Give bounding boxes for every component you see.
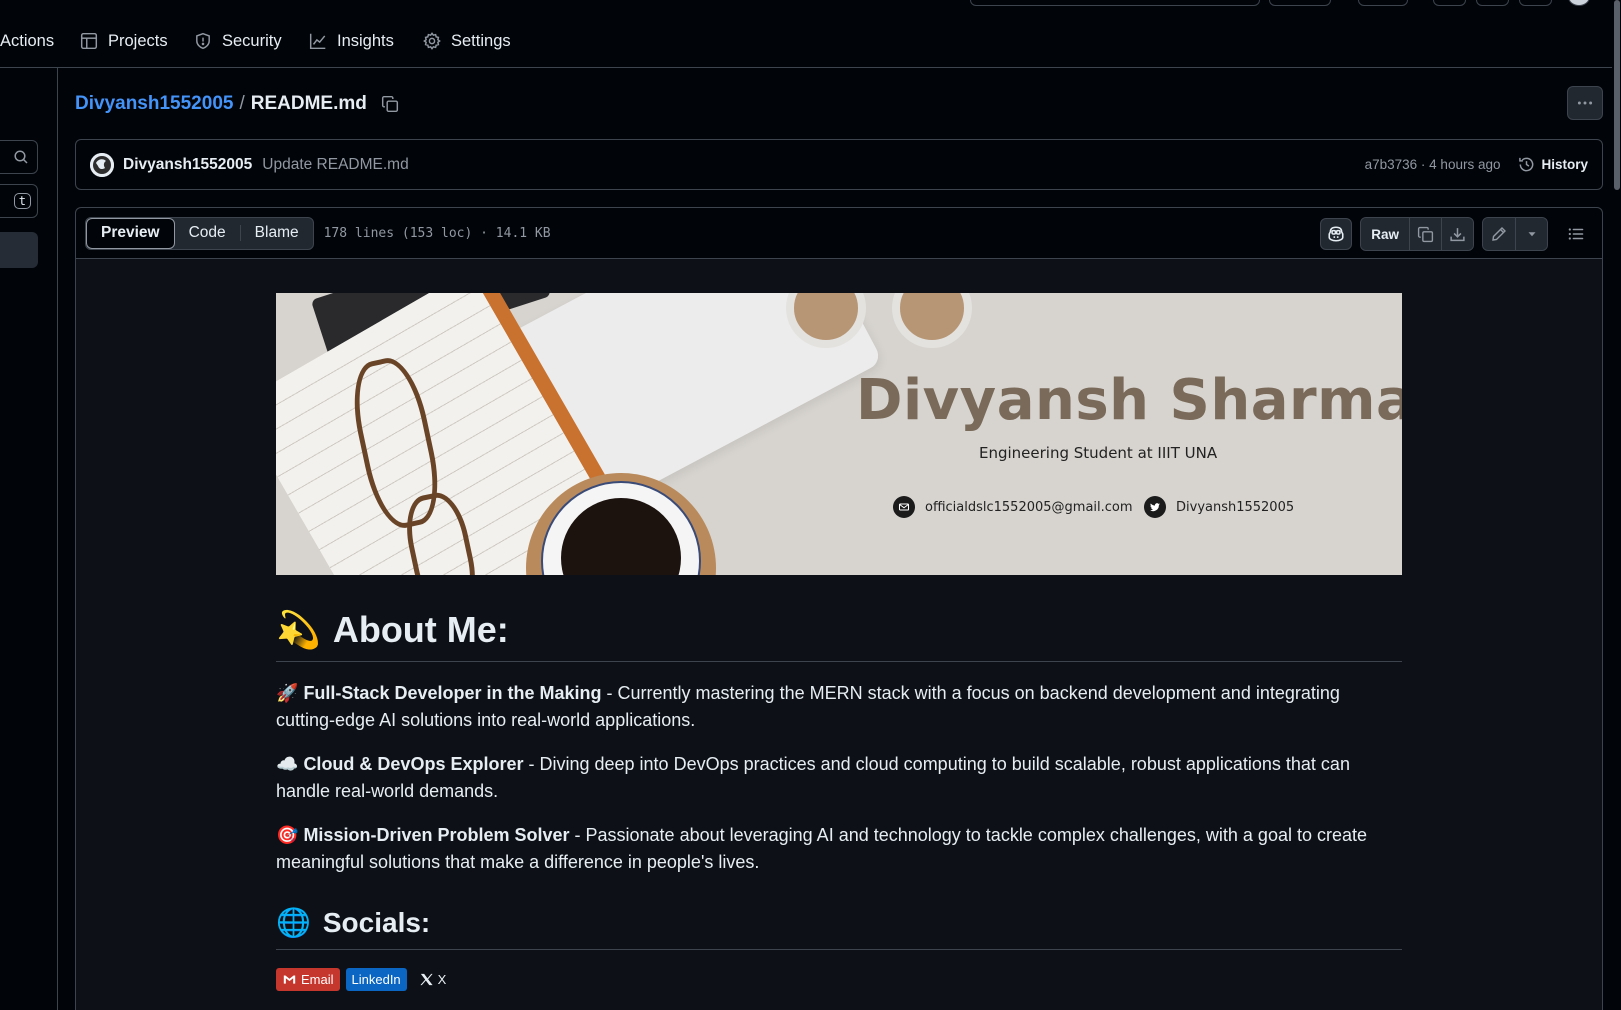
breadcrumb-separator: / bbox=[239, 93, 245, 114]
nav-label: Insights bbox=[337, 31, 394, 50]
mail-icon bbox=[893, 496, 915, 518]
about-heading: 💫 About Me: bbox=[276, 609, 1402, 662]
x-badge[interactable]: X bbox=[412, 968, 453, 991]
download-button[interactable] bbox=[1441, 218, 1473, 250]
search-icon bbox=[13, 149, 29, 165]
cloud-icon: ☁️ bbox=[276, 754, 299, 774]
nav-label: Settings bbox=[451, 31, 511, 50]
banner-subtitle: Engineering Student at IIIT UNA bbox=[979, 444, 1218, 462]
file-search-button[interactable] bbox=[0, 140, 38, 174]
banner-email-text: officialdslc1552005@gmail.com bbox=[925, 499, 1133, 515]
copy-icon[interactable] bbox=[381, 95, 399, 113]
history-link[interactable]: History bbox=[1518, 156, 1588, 173]
nav-insights[interactable]: Insights bbox=[309, 28, 394, 54]
globe-icon: 🌐 bbox=[276, 907, 311, 938]
linkedin-badge[interactable]: LinkedIn bbox=[345, 968, 407, 991]
paragraph-title: Full-Stack Developer in the Making bbox=[303, 683, 602, 703]
copilot-button[interactable] bbox=[1320, 218, 1353, 250]
file-header: Preview Code Blame 178 lines (153 loc) ·… bbox=[76, 208, 1602, 259]
outline-button[interactable] bbox=[1560, 218, 1592, 250]
commit-message-link[interactable]: Update README.md bbox=[262, 156, 408, 174]
banner-jar bbox=[892, 293, 972, 348]
email-badge[interactable]: Email bbox=[276, 968, 340, 991]
banner-twitter-text: Divyansh1552005 bbox=[1176, 499, 1295, 515]
copy-raw-button[interactable] bbox=[1409, 218, 1441, 250]
nav-security[interactable]: Security bbox=[194, 28, 282, 54]
socials-heading: 🌐 Socials: bbox=[276, 906, 1402, 950]
go-to-file-input[interactable]: t bbox=[0, 184, 38, 218]
more-options-button[interactable] bbox=[1567, 86, 1603, 120]
gmail-icon bbox=[282, 973, 297, 986]
rocket-icon: 🚀 bbox=[276, 683, 299, 703]
file-actions: Raw bbox=[1320, 217, 1592, 251]
x-logo-icon bbox=[419, 972, 434, 987]
file-tree-sidebar: t bbox=[0, 68, 58, 1010]
list-unordered-icon bbox=[1567, 225, 1585, 243]
dizzy-icon: 💫 bbox=[276, 609, 321, 650]
copilot-icon bbox=[1327, 225, 1345, 243]
tab-blame[interactable]: Blame bbox=[241, 218, 313, 249]
about-paragraph-3: 🎯 Mission-Driven Problem Solver - Passio… bbox=[276, 822, 1402, 876]
author-avatar[interactable] bbox=[90, 152, 114, 177]
scrollbar-thumb[interactable] bbox=[1614, 0, 1620, 190]
tab-code[interactable]: Code bbox=[175, 218, 240, 249]
shield-icon bbox=[194, 32, 212, 50]
banner-twitter: Divyansh1552005 bbox=[1144, 496, 1294, 518]
shortcut-key: t bbox=[13, 193, 31, 209]
social-badges: Email LinkedIn X bbox=[276, 968, 1402, 991]
pencil-icon bbox=[1491, 226, 1507, 242]
target-icon: 🎯 bbox=[276, 825, 299, 845]
socials-heading-text: Socials: bbox=[322, 906, 431, 938]
selected-file-item[interactable] bbox=[0, 232, 38, 268]
readme-content: c v Divyansh Sharma Engineering Student … bbox=[276, 293, 1402, 991]
banner-email: officialdslc1552005@gmail.com bbox=[893, 496, 1133, 518]
table-icon bbox=[80, 32, 98, 50]
history-label: History bbox=[1541, 157, 1588, 172]
twitter-icon bbox=[1144, 496, 1166, 518]
history-icon bbox=[1518, 156, 1535, 173]
edit-dropdown-button[interactable] bbox=[1515, 218, 1547, 250]
nav-settings[interactable]: Settings bbox=[423, 28, 511, 54]
file-info: 178 lines (153 loc) · 14.1 KB bbox=[323, 225, 551, 241]
edit-button[interactable] bbox=[1483, 218, 1515, 250]
breadcrumb: Divyansh1552005 / README.md bbox=[75, 90, 399, 118]
badge-label: Email bbox=[301, 972, 334, 987]
edit-group bbox=[1482, 217, 1548, 251]
download-icon bbox=[1449, 226, 1466, 243]
breadcrumb-repo-link[interactable]: Divyansh1552005 bbox=[75, 93, 233, 115]
tab-preview[interactable]: Preview bbox=[86, 217, 175, 249]
paragraph-title: Cloud & DevOps Explorer bbox=[303, 754, 524, 774]
kebab-horizontal-icon bbox=[1576, 94, 1594, 112]
badge-label: LinkedIn bbox=[351, 972, 401, 987]
raw-copy-download-group: Raw bbox=[1360, 217, 1474, 251]
about-paragraph-2: ☁️ Cloud & DevOps Explorer - Diving deep… bbox=[276, 751, 1402, 805]
latest-commit-box: Divyansh1552005 Update README.md a7b3736… bbox=[75, 139, 1603, 190]
nav-label: Actions bbox=[0, 31, 55, 50]
commit-meta[interactable]: a7b3736 · 4 hours ago bbox=[1365, 157, 1501, 172]
banner-name: Divyansh Sharma bbox=[856, 368, 1402, 433]
nav-label: Projects bbox=[108, 31, 168, 50]
nav-actions[interactable]: Actions bbox=[0, 28, 54, 54]
nav-label: Security bbox=[222, 31, 282, 50]
readme-banner-image: c v Divyansh Sharma Engineering Student … bbox=[276, 293, 1402, 575]
about-paragraph-1: 🚀 Full-Stack Developer in the Making - C… bbox=[276, 680, 1402, 734]
badge-label: X bbox=[437, 972, 447, 987]
repo-nav: Actions Projects Security Insights Setti… bbox=[0, 0, 1621, 68]
graph-icon bbox=[309, 32, 327, 50]
nav-projects[interactable]: Projects bbox=[80, 28, 168, 54]
paragraph-title: Mission-Driven Problem Solver bbox=[303, 825, 570, 845]
commit-author-link[interactable]: Divyansh1552005 bbox=[123, 156, 252, 174]
triangle-down-icon bbox=[1525, 227, 1539, 241]
breadcrumb-file: README.md bbox=[250, 93, 367, 114]
copy-icon bbox=[1417, 226, 1434, 243]
about-heading-text: About Me: bbox=[332, 609, 509, 650]
gear-icon bbox=[423, 32, 441, 50]
view-mode-toggle: Preview Code Blame bbox=[85, 216, 314, 250]
raw-button[interactable]: Raw bbox=[1361, 218, 1409, 250]
